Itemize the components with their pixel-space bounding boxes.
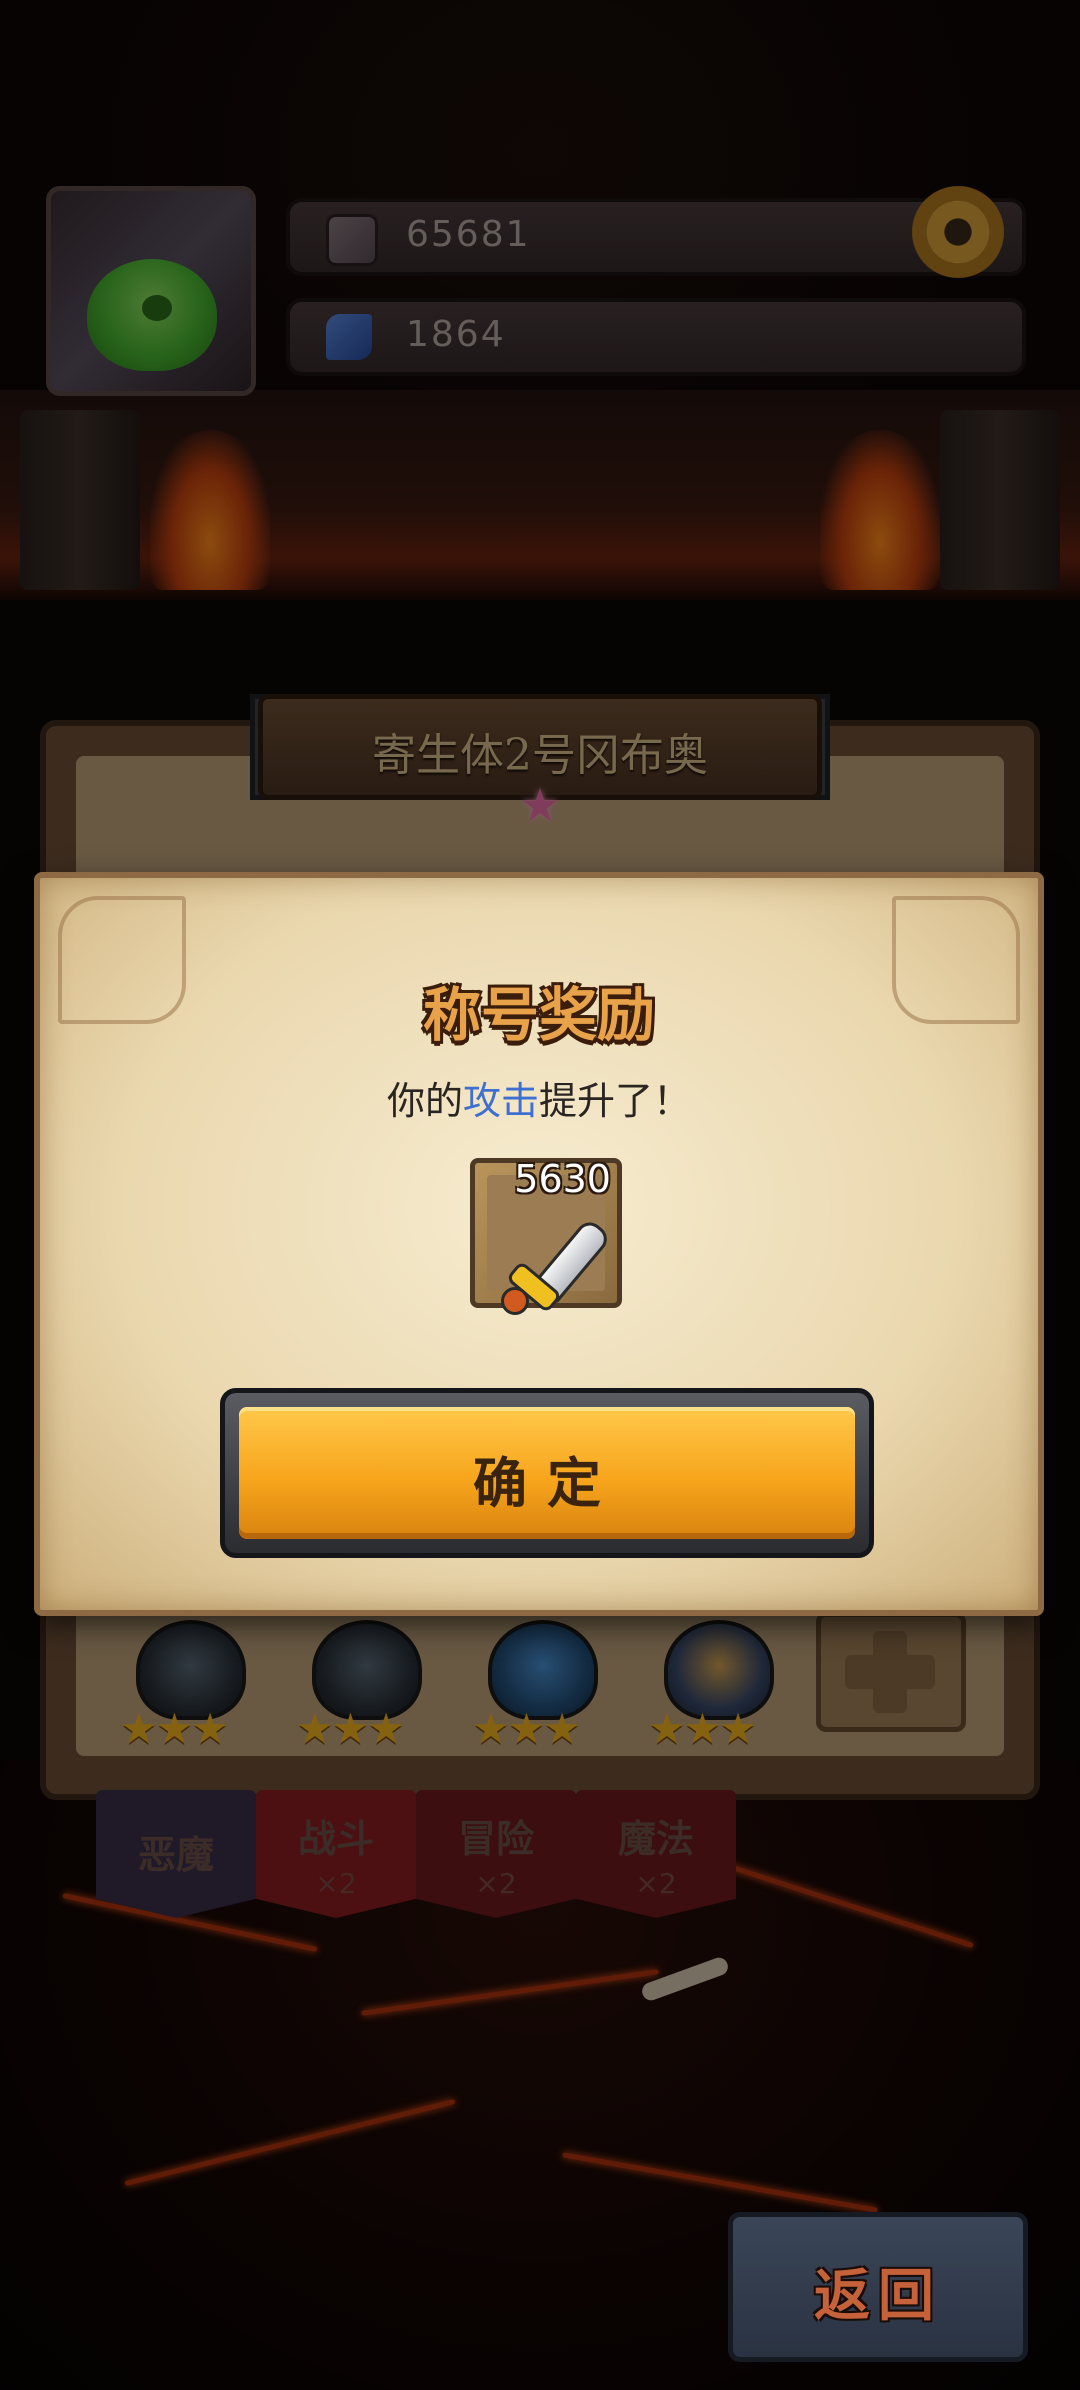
message-prefix: 你的 — [386, 1079, 463, 1123]
dialog-message: 你的攻击提升了！ — [40, 1070, 1038, 1125]
reward-item: 5630 — [470, 1157, 622, 1315]
sword-pommel — [501, 1287, 529, 1315]
confirm-button-face: 确定 — [239, 1407, 855, 1539]
dialog-title: 称号奖励 — [422, 981, 655, 1049]
back-label: 返回 — [814, 2263, 942, 2329]
confirm-label: 确定 — [473, 1451, 621, 1515]
confirm-button[interactable]: 确定 — [220, 1388, 874, 1558]
title-reward-dialog: 称号奖励 你的攻击提升了！ 5630 确定 — [34, 872, 1044, 1616]
back-button[interactable]: 返回 — [728, 2212, 1028, 2362]
reward-value: 5630 — [514, 1157, 611, 1201]
message-highlight: 攻击 — [462, 1079, 539, 1123]
message-suffix: 提升了！ — [539, 1079, 692, 1123]
